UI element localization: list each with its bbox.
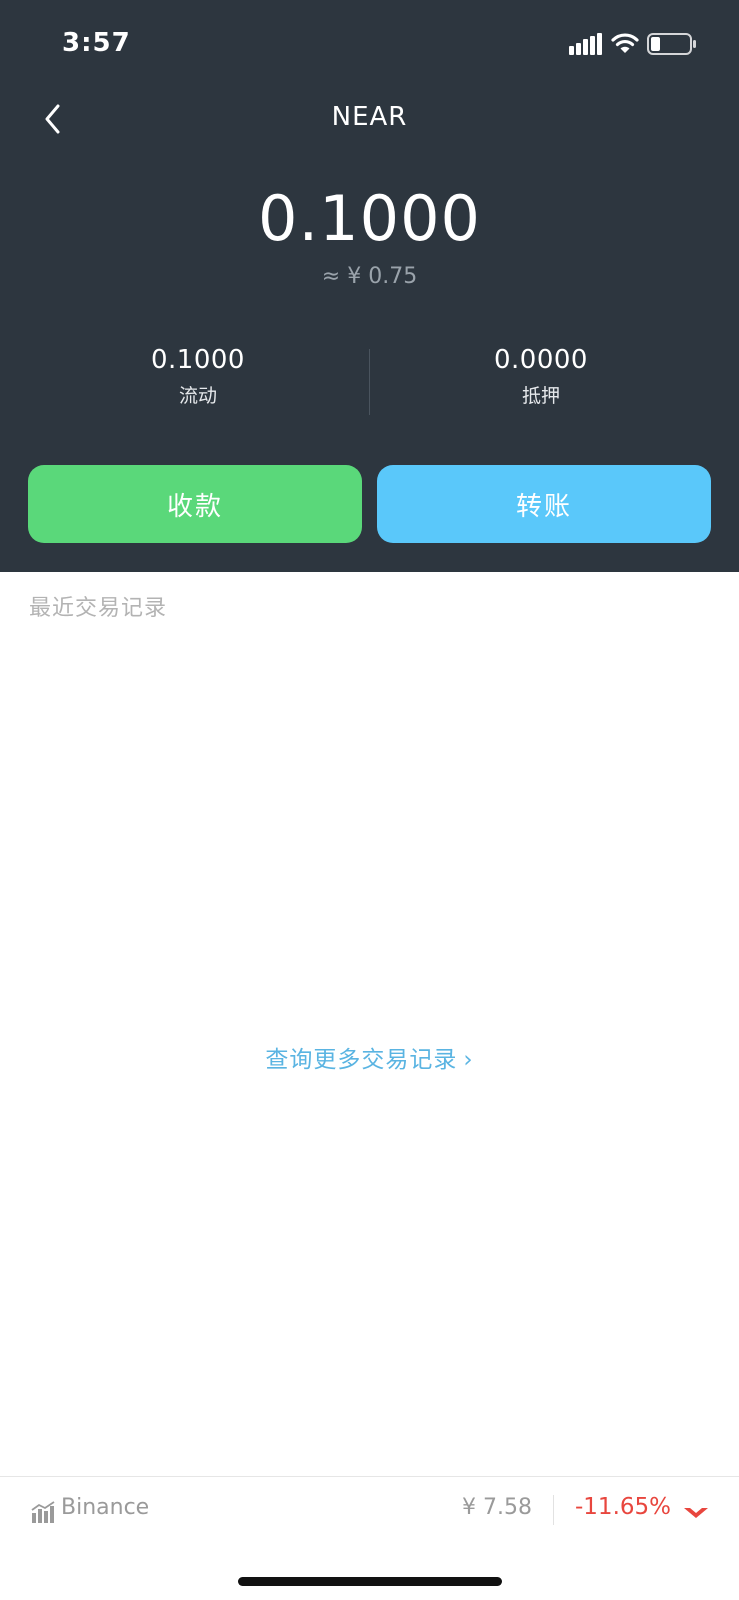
- staked-label: 抵押: [521, 385, 560, 407]
- recent-transactions-title: 最近交易记录: [29, 596, 168, 621]
- cellular-signal-icon: [569, 33, 602, 55]
- staked-value: 0.0000: [494, 345, 588, 375]
- token-price: ¥ 7.58: [462, 1495, 532, 1520]
- battery-icon: [647, 33, 696, 55]
- token-header: 3:57 NEAR 0.1000 ≈ ¥ 0.75 0.1000 流动 0.00…: [0, 0, 739, 572]
- price-change: -11.65%: [575, 1494, 671, 1520]
- liquid-balance: 0.1000 流动: [28, 345, 368, 408]
- trend-down-icon: [684, 1508, 708, 1518]
- status-bar: 3:57: [0, 0, 739, 90]
- fiat-balance: ≈ ¥ 0.75: [321, 264, 418, 289]
- transfer-button[interactable]: 转账: [377, 465, 711, 543]
- more-transactions-label: 查询更多交易记录: [265, 1047, 458, 1073]
- page-title: NEAR: [331, 102, 408, 132]
- wallet-token-page: 3:57 NEAR 0.1000 ≈ ¥ 0.75 0.1000 流动 0.00…: [0, 0, 739, 1600]
- bar-chart-icon: [31, 1501, 55, 1523]
- wifi-icon: [611, 33, 639, 53]
- footer-divider: [553, 1495, 554, 1525]
- liquid-label: 流动: [178, 385, 217, 407]
- liquid-value: 0.1000: [151, 345, 245, 375]
- home-indicator[interactable]: [238, 1577, 502, 1586]
- chevron-right-icon: ›: [463, 1047, 474, 1073]
- status-time: 3:57: [62, 28, 131, 58]
- market-footer[interactable]: Binance ¥ 7.58 -11.65%: [0, 1476, 739, 1542]
- receive-button[interactable]: 收款: [28, 465, 362, 543]
- token-balance: 0.1000: [258, 182, 481, 255]
- status-icons: [569, 30, 709, 60]
- staked-balance: 0.0000 抵押: [371, 345, 711, 408]
- balance-breakdown: 0.1000 流动 0.0000 抵押: [0, 345, 739, 417]
- exchange-name: Binance: [61, 1495, 150, 1520]
- stats-divider: [369, 349, 370, 415]
- more-transactions-link[interactable]: 查询更多交易记录 ›: [0, 1040, 739, 1074]
- navigation-bar: NEAR: [0, 90, 739, 150]
